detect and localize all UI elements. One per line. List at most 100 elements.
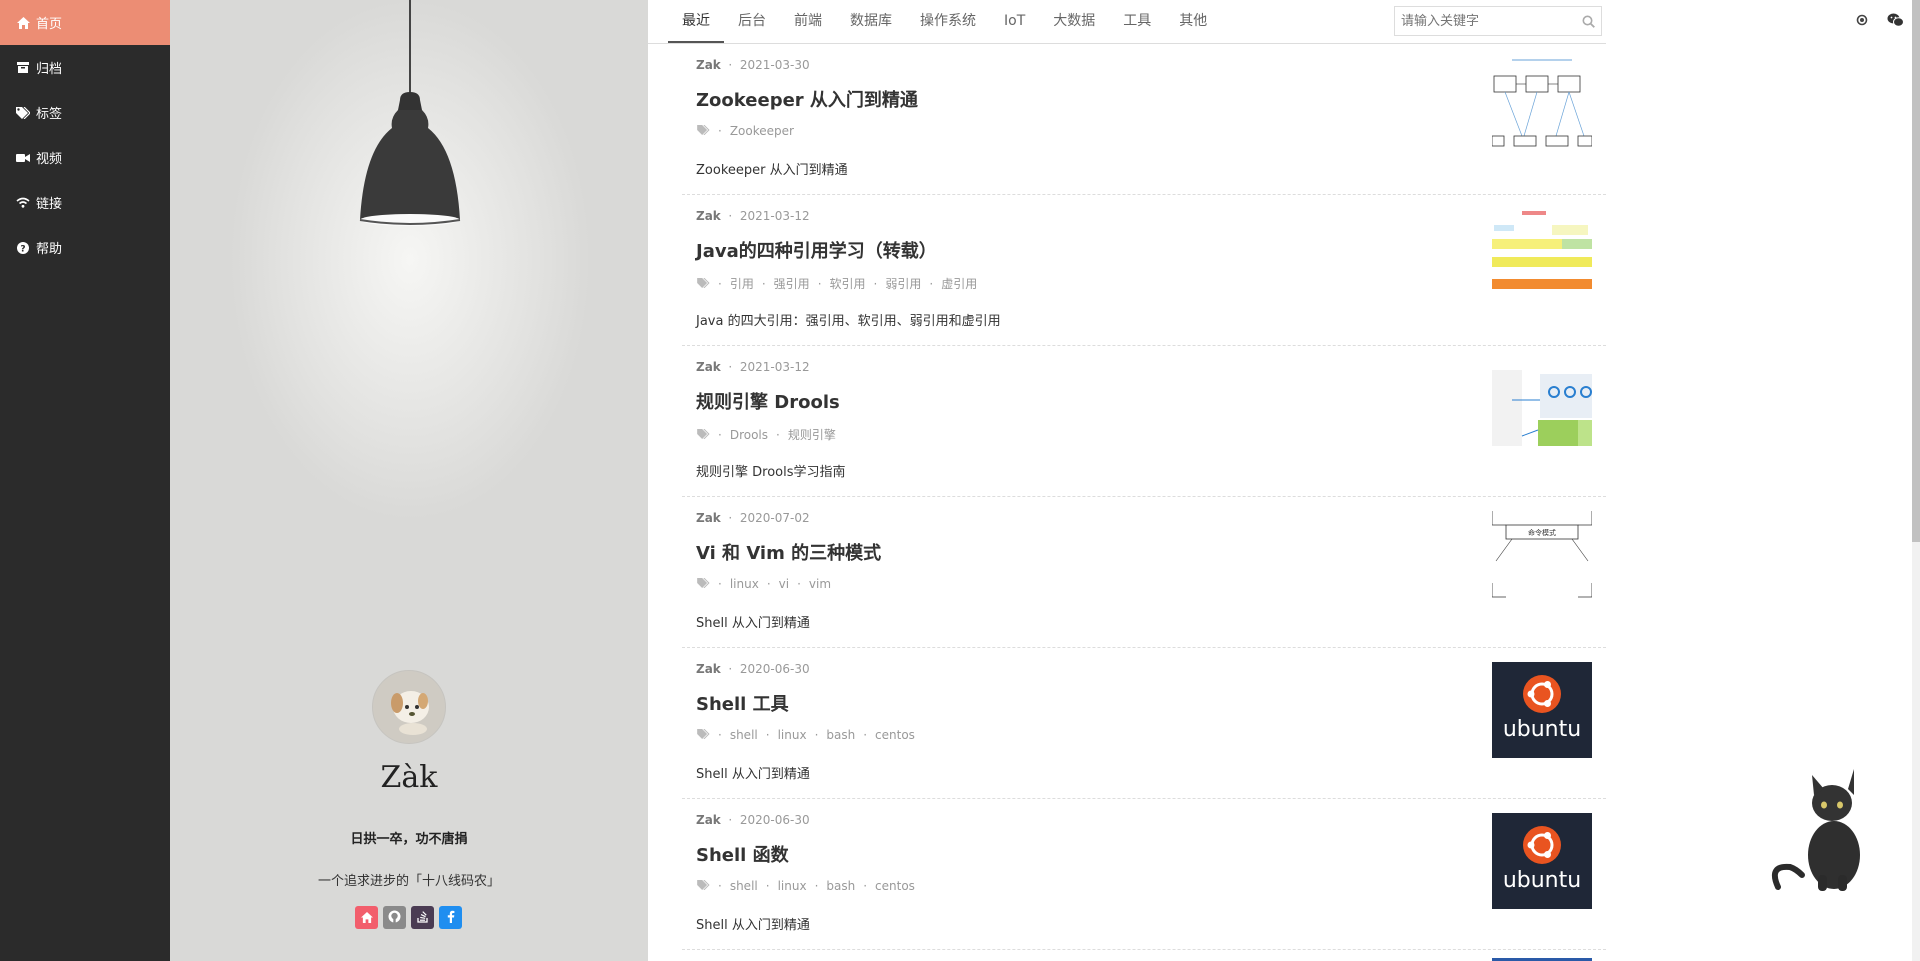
post-meta: Zak · 2021-03-12 bbox=[696, 360, 810, 374]
post-author[interactable]: Zak bbox=[696, 662, 721, 676]
post-tag[interactable]: 强引用 bbox=[774, 275, 810, 292]
post-tag[interactable]: vi bbox=[779, 577, 789, 591]
nav-item-help[interactable]: ? 帮助 bbox=[0, 225, 170, 270]
post-meta: Zak · 2021-03-30 bbox=[696, 58, 810, 72]
nav-item-tags[interactable]: 标签 bbox=[0, 90, 170, 135]
tab-recent[interactable]: 最近 bbox=[668, 0, 724, 43]
brightness-icon[interactable] bbox=[1855, 12, 1869, 31]
nav-label: 视频 bbox=[36, 152, 63, 167]
post-summary: Zookeeper 从入门到精通 bbox=[696, 163, 848, 178]
post-tag[interactable]: 软引用 bbox=[830, 275, 866, 292]
tab-database[interactable]: 数据库 bbox=[836, 0, 906, 43]
black-cat-mascot[interactable] bbox=[1768, 755, 1878, 895]
post-tag[interactable]: 引用 bbox=[730, 275, 754, 292]
tag-icon bbox=[696, 124, 710, 138]
post-tag[interactable]: shell bbox=[730, 728, 758, 742]
post-summary: 规则引擎 Drools学习指南 bbox=[696, 465, 846, 480]
post-thumbnail-ubuntu-logo[interactable]: ubuntu bbox=[1492, 813, 1592, 909]
post-author[interactable]: Zak bbox=[696, 511, 721, 525]
post-title[interactable]: Shell 工具 bbox=[696, 690, 789, 716]
post-tags: · linux · vi · vim bbox=[696, 577, 831, 591]
post-title[interactable]: Shell 函数 bbox=[696, 841, 789, 867]
wechat-icon[interactable] bbox=[1887, 12, 1904, 31]
post-title[interactable]: Java的四种引用学习（转载） bbox=[696, 237, 937, 263]
post-author[interactable]: Zak bbox=[696, 209, 721, 223]
tab-tools[interactable]: 工具 bbox=[1109, 0, 1165, 43]
post-tag[interactable]: 弱引用 bbox=[885, 275, 921, 292]
post-title[interactable]: Vi 和 Vim 的三种模式 bbox=[696, 539, 881, 565]
archive-icon bbox=[16, 61, 30, 75]
tag-icon bbox=[696, 879, 710, 893]
post-tag[interactable]: linux bbox=[730, 577, 759, 591]
nav-label: 链接 bbox=[36, 197, 63, 212]
post-thumbnail-gc-diagram[interactable] bbox=[1492, 209, 1592, 305]
post-date: 2021-03-12 bbox=[739, 209, 810, 223]
tags-icon bbox=[16, 106, 30, 120]
post-thumbnail-zookeeper-diagram[interactable] bbox=[1492, 58, 1592, 154]
post-tags: · 引用 · 强引用 · 软引用 · 弱引用 · 虚引用 bbox=[696, 275, 977, 292]
tag-icon bbox=[696, 428, 710, 442]
nav-item-links[interactable]: 链接 bbox=[0, 180, 170, 225]
search-icon[interactable] bbox=[1575, 15, 1601, 28]
nav-label: 归档 bbox=[36, 62, 63, 77]
post-tag[interactable]: linux bbox=[778, 879, 807, 893]
facebook-link-button[interactable] bbox=[439, 906, 462, 929]
tab-backend[interactable]: 后台 bbox=[724, 0, 780, 43]
author-name: Zàk bbox=[380, 760, 438, 795]
post-tag[interactable]: centos bbox=[875, 879, 915, 893]
home-icon bbox=[16, 16, 30, 30]
category-tabs: 最近 后台 前端 数据库 操作系统 IoT 大数据 工具 其他 bbox=[668, 0, 1221, 43]
post-thumbnail-vim-modes-diagram[interactable]: 命令模式 bbox=[1492, 511, 1592, 607]
tab-frontend[interactable]: 前端 bbox=[780, 0, 836, 43]
avatar[interactable] bbox=[372, 670, 446, 744]
post-item: Zak · 2020-06-30 Shell 工具 · shell · linux… bbox=[682, 648, 1606, 799]
search-input[interactable] bbox=[1395, 12, 1575, 30]
post-tags: · Drools · 规则引擎 bbox=[696, 426, 836, 443]
post-thumbnail-drools-diagram[interactable] bbox=[1492, 360, 1592, 456]
left-nav: 首页 归档 标签 视频 链接 ? 帮助 bbox=[0, 0, 170, 961]
tab-other[interactable]: 其他 bbox=[1165, 0, 1221, 43]
tab-os[interactable]: 操作系统 bbox=[906, 0, 990, 43]
author-motto: 日拱一卒，功不唐捐 bbox=[350, 832, 468, 847]
post-tag[interactable]: bash bbox=[826, 728, 855, 742]
tag-icon bbox=[696, 577, 710, 591]
post-tag[interactable]: 规则引擎 bbox=[788, 426, 836, 443]
post-author[interactable]: Zak bbox=[696, 360, 721, 374]
post-tag[interactable]: 虚引用 bbox=[941, 275, 977, 292]
tab-iot[interactable]: IoT bbox=[990, 0, 1039, 43]
post-tag[interactable]: linux bbox=[778, 728, 807, 742]
profile-panel: Zàk 日拱一卒，功不唐捐 一个追求进步的「十八线码农」 bbox=[170, 0, 648, 961]
main-content: 最近 后台 前端 数据库 操作系统 IoT 大数据 工具 其他 Zak · 20… bbox=[648, 0, 1606, 961]
post-tag[interactable]: Zookeeper bbox=[730, 124, 794, 138]
post-tag[interactable]: shell bbox=[730, 879, 758, 893]
category-nav: 最近 后台 前端 数据库 操作系统 IoT 大数据 工具 其他 bbox=[648, 0, 1606, 44]
post-thumbnail-ubuntu-logo[interactable]: ubuntu bbox=[1492, 662, 1592, 758]
author-description: 一个追求进步的「十八线码农」 bbox=[317, 874, 500, 889]
nav-item-home[interactable]: 首页 bbox=[0, 0, 170, 45]
stackoverflow-link-button[interactable] bbox=[411, 906, 434, 929]
post-tag[interactable]: vim bbox=[809, 577, 831, 591]
video-icon bbox=[16, 151, 30, 165]
page-scrollbar[interactable] bbox=[1912, 0, 1920, 961]
vim-mode-label: 命令模式 bbox=[1528, 528, 1556, 537]
post-tag[interactable]: bash bbox=[826, 879, 855, 893]
question-icon: ? bbox=[16, 241, 30, 255]
post-author[interactable]: Zak bbox=[696, 813, 721, 827]
nav-item-video[interactable]: 视频 bbox=[0, 135, 170, 180]
stackoverflow-icon bbox=[416, 908, 429, 927]
post-date: 2020-07-02 bbox=[739, 511, 810, 525]
nav-item-archive[interactable]: 归档 bbox=[0, 45, 170, 90]
post-meta: Zak · 2020-06-30 bbox=[696, 813, 810, 827]
post-title[interactable]: Zookeeper 从入门到精通 bbox=[696, 86, 918, 112]
post-tag[interactable]: centos bbox=[875, 728, 915, 742]
post-title[interactable]: 规则引擎 Drools bbox=[696, 388, 840, 414]
github-link-button[interactable] bbox=[383, 906, 406, 929]
home-link-button[interactable] bbox=[355, 906, 378, 929]
post-summary: Shell 从入门到精通 bbox=[696, 767, 810, 782]
scrollbar-thumb[interactable] bbox=[1912, 0, 1920, 542]
post-meta: Zak · 2020-07-02 bbox=[696, 511, 810, 525]
tab-bigdata[interactable]: 大数据 bbox=[1039, 0, 1109, 43]
nav-label: 帮助 bbox=[36, 242, 63, 257]
post-tag[interactable]: Drools bbox=[730, 428, 768, 442]
post-author[interactable]: Zak bbox=[696, 58, 721, 72]
